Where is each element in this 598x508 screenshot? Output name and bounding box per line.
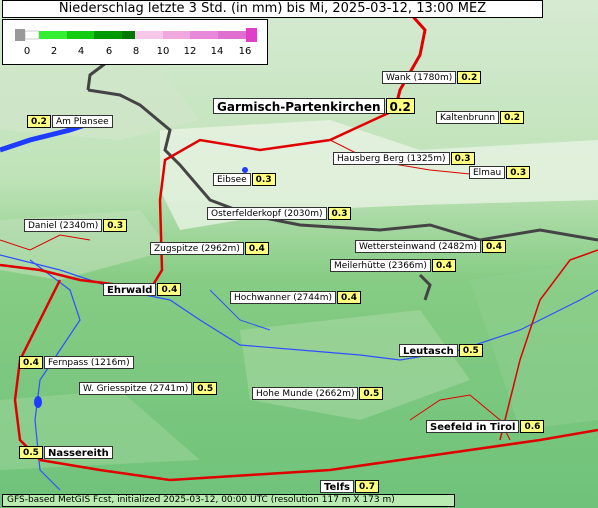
place-label: Ehrwald 0.4 bbox=[103, 281, 182, 297]
precip-value: 0.2 bbox=[385, 98, 415, 114]
place-name: Nassereith bbox=[43, 445, 113, 459]
legend-tick-label: 2 bbox=[50, 46, 58, 57]
precip-value: 0.4 bbox=[244, 241, 269, 255]
place-name: Wank (1780m) bbox=[382, 70, 457, 84]
precip-value: 0.3 bbox=[327, 206, 352, 220]
place-label: Zugspitze (2962m) 0.4 bbox=[150, 240, 270, 256]
precip-value: 0.3 bbox=[450, 151, 475, 165]
place-name: Hohe Munde (2662m) bbox=[252, 386, 359, 400]
place-label: 0.5 Nassereith bbox=[18, 444, 113, 460]
place-name: Leutasch bbox=[399, 343, 458, 357]
footer-info: GFS-based MetGIS Fcst, initialized 2025-… bbox=[2, 494, 455, 507]
place-label: Garmisch-Partenkirchen 0.2 bbox=[213, 98, 416, 114]
place-label: Osterfelderkopf (2030m) 0.3 bbox=[207, 205, 352, 221]
legend-tick-label: 0 bbox=[23, 46, 31, 57]
precipitation-legend: 0 2 4 6 8 10 12 14 16 bbox=[2, 19, 268, 65]
place-name: Eibsee bbox=[213, 172, 251, 186]
place-label: Elmau 0.3 bbox=[469, 164, 531, 180]
legend-tick-label: 4 bbox=[77, 46, 85, 57]
map-title: Niederschlag letzte 3 Std. (in mm) bis M… bbox=[2, 0, 543, 18]
precip-value: 0.3 bbox=[103, 218, 128, 232]
legend-tick-label: 16 bbox=[238, 46, 252, 57]
place-label: Daniel (2340m) 0.3 bbox=[24, 217, 128, 233]
precip-value: 0.6 bbox=[520, 419, 545, 433]
place-label: W. Griesspitze (2741m) 0.5 bbox=[79, 380, 218, 396]
legend-tick-label: 8 bbox=[132, 46, 140, 57]
place-name: Elmau bbox=[469, 165, 506, 179]
precip-value: 0.5 bbox=[458, 343, 483, 357]
place-name: Am Plansee bbox=[51, 114, 113, 128]
precip-value: 0.5 bbox=[359, 386, 384, 400]
place-label: Telfs 0.7 bbox=[320, 478, 380, 494]
place-label: Hohe Munde (2662m) 0.5 bbox=[252, 385, 384, 401]
place-label: Wank (1780m) 0.2 bbox=[382, 69, 482, 85]
precip-value: 0.3 bbox=[506, 165, 531, 179]
legend-tick-label: 10 bbox=[156, 46, 170, 57]
place-name: Kaltenbrunn bbox=[436, 110, 500, 124]
place-label: Seefeld in Tirol 0.6 bbox=[426, 418, 545, 434]
place-label: Eibsee 0.3 bbox=[213, 171, 277, 187]
precip-value: 0.2 bbox=[27, 114, 51, 128]
place-label: 0.2 Am Plansee bbox=[26, 113, 113, 129]
place-name: Seefeld in Tirol bbox=[426, 419, 520, 433]
place-name: Wettersteinwand (2482m) bbox=[355, 239, 482, 253]
place-name: Hausberg Berg (1325m) bbox=[333, 151, 450, 165]
place-name: Fernpass (1216m) bbox=[43, 355, 134, 369]
legend-tick-label: 14 bbox=[210, 46, 224, 57]
precip-value: 0.3 bbox=[251, 172, 276, 186]
place-name: Zugspitze (2962m) bbox=[150, 241, 244, 255]
precip-value: 0.4 bbox=[482, 239, 506, 253]
precip-value: 0.2 bbox=[457, 70, 482, 84]
legend-tick-label: 6 bbox=[105, 46, 113, 57]
precip-value: 0.4 bbox=[431, 258, 456, 272]
precip-value: 0.2 bbox=[500, 110, 525, 124]
place-name: Meilerhütte (2366m) bbox=[330, 258, 431, 272]
place-label: Meilerhütte (2366m) 0.4 bbox=[330, 257, 457, 273]
place-label: Hochwanner (2744m) 0.4 bbox=[230, 289, 362, 305]
legend-tick-label: 12 bbox=[183, 46, 197, 57]
place-label: Hausberg Berg (1325m) 0.3 bbox=[333, 150, 476, 166]
precip-value: 0.4 bbox=[19, 355, 43, 369]
place-label: Wettersteinwand (2482m) 0.4 bbox=[355, 238, 507, 254]
place-label: Leutasch 0.5 bbox=[399, 342, 484, 358]
precip-value: 0.4 bbox=[157, 282, 182, 296]
place-name: W. Griesspitze (2741m) bbox=[79, 381, 193, 395]
precip-value: 0.5 bbox=[193, 381, 218, 395]
place-name: Ehrwald bbox=[103, 282, 157, 296]
place-name: Hochwanner (2744m) bbox=[230, 290, 337, 304]
legend-color-bar bbox=[15, 28, 257, 42]
place-label: 0.4 Fernpass (1216m) bbox=[18, 354, 134, 370]
place-name: Telfs bbox=[320, 479, 355, 493]
precip-value: 0.7 bbox=[355, 479, 379, 493]
precip-value: 0.5 bbox=[19, 445, 43, 459]
place-label: Kaltenbrunn 0.2 bbox=[436, 109, 525, 125]
place-name: Osterfelderkopf (2030m) bbox=[207, 206, 327, 220]
precip-value: 0.4 bbox=[337, 290, 361, 304]
place-name: Daniel (2340m) bbox=[24, 218, 103, 232]
place-name: Garmisch-Partenkirchen bbox=[213, 98, 385, 114]
